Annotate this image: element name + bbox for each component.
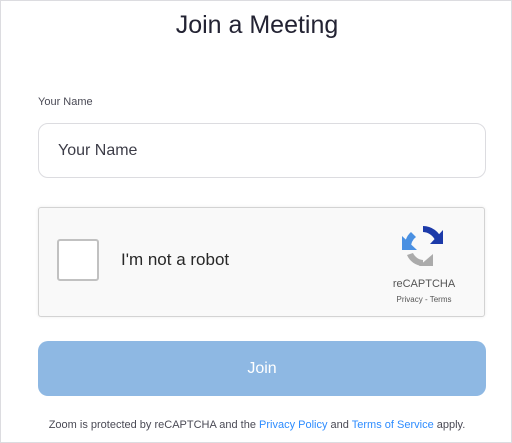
page-title: Join a Meeting xyxy=(175,11,339,39)
recaptcha-privacy-link[interactable]: Privacy xyxy=(397,295,423,304)
join-meeting-panel: Join a Meeting Your Name I'm not a robot… xyxy=(0,0,512,443)
recaptcha-logo-icon xyxy=(402,226,443,266)
recaptcha-checkbox-label: I'm not a robot xyxy=(121,250,230,269)
footer-text-middle: and xyxy=(327,419,352,431)
recaptcha-widget: I'm not a robot reCAPTCHA Privacy - Term… xyxy=(38,207,485,317)
join-button[interactable]: Join xyxy=(38,341,486,396)
terms-of-service-link[interactable]: Terms of Service xyxy=(352,419,434,431)
recaptcha-terms-link[interactable]: Terms xyxy=(430,295,452,304)
recaptcha-brand: reCAPTCHA xyxy=(392,278,456,290)
name-field-label: Your Name xyxy=(38,96,93,108)
footer-text-after: apply. xyxy=(433,419,466,431)
privacy-policy-link[interactable]: Privacy Policy xyxy=(259,419,327,431)
recaptcha-links-separator: - xyxy=(422,295,430,304)
recaptcha-links: Privacy - Terms xyxy=(379,295,469,304)
recaptcha-checkbox[interactable] xyxy=(57,239,99,281)
name-input[interactable] xyxy=(38,123,486,178)
footer-text-before: Zoom is protected by reCAPTCHA and the xyxy=(48,419,260,431)
recaptcha-disclaimer: Zoom is protected by reCAPTCHA and the P… xyxy=(1,419,512,431)
